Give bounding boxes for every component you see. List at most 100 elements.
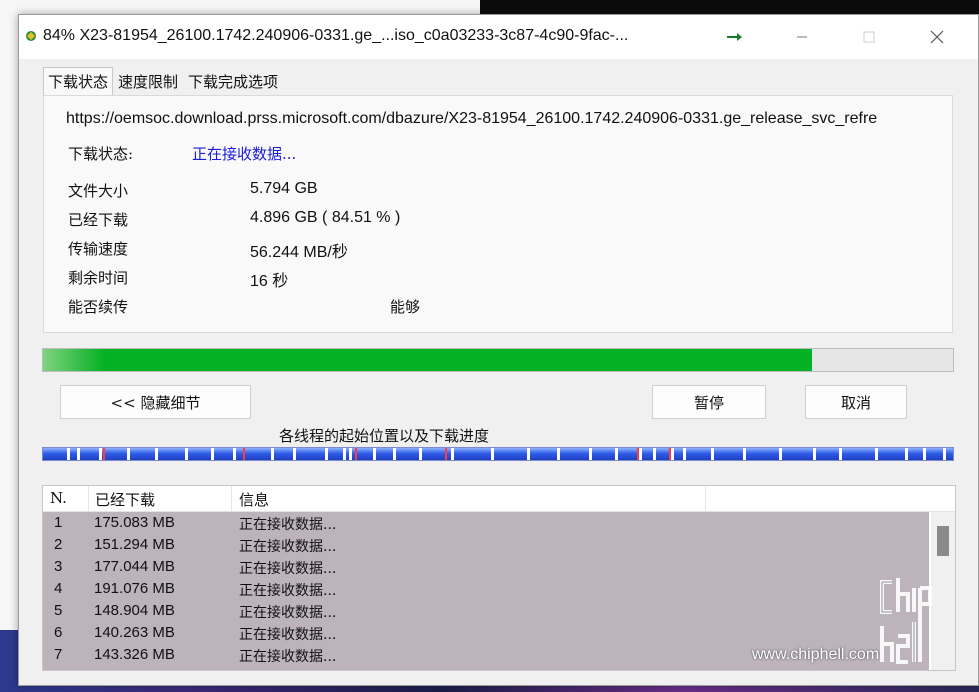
row-number: 4 [54, 580, 63, 597]
tab-speed-limit[interactable]: 速度限制 [113, 69, 183, 95]
thread-start-marker [653, 448, 656, 460]
thread-start-marker [77, 448, 80, 460]
column-divider[interactable] [705, 486, 706, 512]
status-value: 正在接收数据... [192, 145, 297, 163]
row-downloaded: 143.326 MB [94, 646, 175, 663]
thread-start-marker [293, 448, 296, 460]
thread-progress-marker [669, 448, 671, 460]
hide-details-button[interactable]: << 隐藏细节 [60, 385, 251, 419]
row-info: 正在接收数据... [239, 539, 337, 555]
window-title: 84% X23-81954_26100.1742.240906-0331.ge_… [43, 27, 629, 44]
thread-start-marker [325, 448, 328, 460]
thread-start-marker [905, 448, 908, 460]
thread-start-marker [813, 448, 816, 460]
thread-progress-marker [243, 448, 245, 460]
status-label: 下载状态: [68, 145, 134, 163]
downloaded-value: 4.896 GB ( 84.51 % ) [250, 209, 401, 226]
thread-start-marker [557, 448, 560, 460]
thread-start-marker [419, 448, 422, 460]
thread-start-marker [839, 448, 842, 460]
thread-start-marker [491, 448, 494, 460]
thread-start-marker [127, 448, 130, 460]
column-divider[interactable] [231, 486, 232, 512]
list-header: N. 已经下载 信息 [43, 486, 955, 512]
thread-start-marker [923, 448, 926, 460]
arrow-right-icon[interactable] [725, 31, 745, 43]
row-info: 正在接收数据... [239, 605, 337, 621]
list-row[interactable]: 2 151.294 MB 正在接收数据... [43, 534, 929, 556]
close-button[interactable] [917, 23, 957, 51]
threads-progress-label: 各线程的起始位置以及下载进度 [279, 427, 490, 445]
watermark-url: www.chiphell.com [752, 646, 880, 663]
row-info: 正在接收数据... [239, 561, 337, 577]
cancel-button[interactable]: 取消 [805, 385, 907, 419]
thread-start-marker [211, 448, 214, 460]
list-row[interactable]: 6 140.263 MB 正在接收数据... [43, 622, 929, 644]
maximize-button[interactable] [849, 23, 889, 51]
thread-start-marker [639, 448, 642, 460]
desktop-background-top [480, 0, 979, 14]
column-divider[interactable] [88, 486, 89, 512]
thread-start-marker [67, 448, 70, 460]
remaining-value: 16 秒 [250, 273, 289, 290]
status-panel: https://oemsoc.download.prss.microsoft.c… [43, 95, 953, 333]
minimize-icon [797, 36, 807, 38]
download-window: 84% X23-81954_26100.1742.240906-0331.ge_… [18, 14, 979, 686]
thread-start-marker [373, 448, 376, 460]
thread-progress-marker [445, 448, 447, 460]
thread-start-marker [671, 448, 674, 460]
thread-start-marker [779, 448, 782, 460]
maximize-icon [863, 31, 875, 43]
tab-completion-options[interactable]: 下载完成选项 [183, 69, 283, 95]
thread-start-marker [349, 448, 352, 460]
list-row[interactable]: 3 177.044 MB 正在接收数据... [43, 556, 929, 578]
progress-fill [43, 349, 813, 371]
list-row[interactable]: 1 175.083 MB 正在接收数据... [43, 512, 929, 534]
pause-button[interactable]: 暂停 [652, 385, 766, 419]
remaining-label: 剩余时间 [68, 269, 129, 287]
thread-start-marker [343, 448, 346, 460]
column-header-number[interactable]: N. [50, 489, 67, 509]
row-number: 6 [54, 624, 63, 641]
list-row[interactable]: 4 191.076 MB 正在接收数据... [43, 578, 929, 600]
thread-progress-marker [103, 448, 105, 460]
downloaded-label: 已经下载 [68, 211, 129, 229]
row-number: 1 [54, 514, 63, 531]
column-header-info[interactable]: 信息 [239, 489, 269, 509]
row-downloaded: 151.294 MB [94, 536, 175, 553]
thread-start-marker [271, 448, 274, 460]
thread-start-marker [711, 448, 714, 460]
tab-bar: 下载状态 速度限制 下载完成选项 [43, 67, 283, 95]
scrollbar-thumb[interactable] [937, 526, 949, 556]
download-url: https://oemsoc.download.prss.microsoft.c… [66, 110, 878, 127]
row-number: 5 [54, 602, 63, 619]
close-icon [930, 30, 944, 44]
list-row[interactable]: 5 148.904 MB 正在接收数据... [43, 600, 929, 622]
download-globe-icon [26, 31, 36, 41]
row-downloaded: 177.044 MB [94, 558, 175, 575]
thread-progress-marker [355, 448, 357, 460]
thread-start-marker [589, 448, 592, 460]
title-bar[interactable]: 84% X23-81954_26100.1742.240906-0331.ge_… [19, 15, 978, 59]
thread-start-marker [233, 448, 236, 460]
thread-start-marker [743, 448, 746, 460]
thread-list: N. 已经下载 信息 1 175.083 MB 正在接收数据... 2 151.… [42, 485, 956, 671]
chiphell-logo [880, 578, 932, 664]
row-downloaded: 175.083 MB [94, 514, 175, 531]
row-downloaded: 191.076 MB [94, 580, 175, 597]
threads-progress-bar [42, 447, 954, 461]
thread-start-marker [527, 448, 530, 460]
column-header-downloaded[interactable]: 已经下载 [95, 489, 155, 509]
speed-label: 传输速度 [68, 240, 129, 258]
thread-start-marker [185, 448, 188, 460]
minimize-button[interactable] [782, 23, 822, 51]
file-size-label: 文件大小 [68, 182, 129, 200]
thread-start-marker [393, 448, 396, 460]
tab-download-status[interactable]: 下载状态 [43, 67, 114, 95]
row-number: 7 [54, 646, 63, 663]
thread-start-marker [943, 448, 946, 460]
row-number: 3 [54, 558, 63, 575]
thread-progress-marker [637, 448, 639, 460]
row-downloaded: 148.904 MB [94, 602, 175, 619]
resume-value: 能够 [390, 298, 421, 316]
